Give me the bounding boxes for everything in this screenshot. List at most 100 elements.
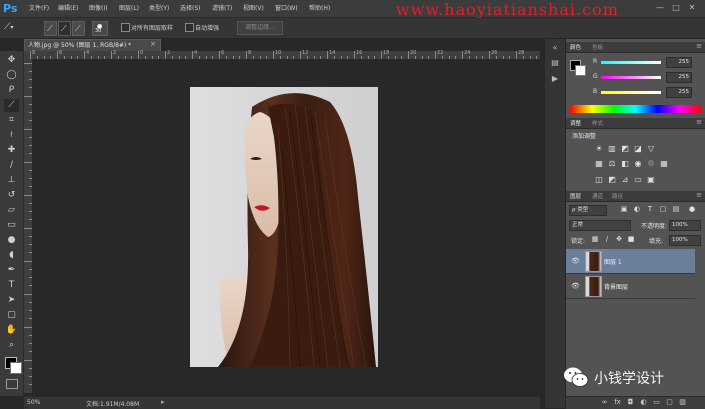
menu-type[interactable]: 类型(Y) — [149, 3, 169, 12]
menu-window[interactable]: 窗口(W) — [275, 3, 298, 12]
tab-color[interactable]: 颜色 — [570, 43, 581, 51]
filter-toggle-icon[interactable]: ● — [688, 205, 696, 214]
lock-transparent-icon[interactable]: ▦ — [591, 235, 599, 244]
document-image[interactable] — [190, 87, 378, 367]
lock-position-icon[interactable]: ✥ — [615, 235, 623, 244]
add-to-selection-button[interactable]: ⟋ — [58, 21, 71, 36]
filter-adjust-icon[interactable]: ◐ — [633, 205, 641, 214]
path-select-tool-icon[interactable]: ➤ — [4, 294, 19, 307]
blur-tool-icon[interactable]: ● — [4, 234, 19, 247]
move-tool-icon[interactable]: ✥ — [4, 54, 19, 67]
tab-close-icon[interactable]: × — [150, 39, 156, 50]
close-window-button[interactable]: ✕ — [686, 2, 698, 13]
lock-all-icon[interactable]: ■ — [627, 235, 635, 244]
brush-size-picker[interactable]: ● 30 — [92, 21, 108, 36]
menu-image[interactable]: 图像(I) — [89, 3, 107, 12]
r-value[interactable]: 255 — [666, 57, 692, 68]
new-layer-icon[interactable]: ▢ — [665, 398, 674, 407]
menu-help[interactable]: 帮助(H) — [309, 3, 330, 12]
b-slider[interactable] — [601, 91, 661, 94]
mask-icon[interactable]: ◘ — [626, 398, 635, 407]
eyedropper-tool-icon[interactable]: ⟊ — [4, 129, 19, 142]
tab-adjustments[interactable]: 调整 — [570, 119, 581, 127]
threshold-icon[interactable]: ⊿ — [620, 175, 630, 184]
menu-select[interactable]: 选择(S) — [180, 3, 201, 12]
layer-name[interactable]: 图层 1 — [604, 257, 622, 266]
menu-file[interactable]: 文件(F) — [29, 3, 49, 12]
photo-filter-icon[interactable]: ◉ — [633, 159, 643, 168]
brush-tool-icon[interactable]: ∕ — [4, 159, 19, 172]
layer-name[interactable]: 背景图层 — [604, 282, 628, 291]
g-value[interactable]: 255 — [666, 72, 692, 83]
status-arrow-icon[interactable]: ▸ — [161, 398, 165, 406]
tab-channels[interactable]: 通道 — [592, 192, 603, 200]
invert-icon[interactable]: ◫ — [594, 175, 604, 184]
panel-menu-icon[interactable]: ≡ — [696, 118, 702, 126]
type-tool-icon[interactable]: T — [4, 279, 19, 292]
stamp-tool-icon[interactable]: ⊥ — [4, 174, 19, 187]
filter-type-icon[interactable]: T — [646, 205, 654, 214]
eraser-tool-icon[interactable]: ▱ — [4, 204, 19, 217]
eye-icon[interactable]: 👁 — [571, 257, 580, 265]
sample-all-layers-checkbox[interactable] — [121, 23, 130, 32]
exposure-icon[interactable]: ◪ — [633, 144, 643, 153]
brightness-icon[interactable]: ☀ — [594, 144, 604, 153]
gradient-map-icon[interactable]: ▭ — [633, 175, 643, 184]
folder-icon[interactable]: ▭ — [652, 398, 661, 407]
black-white-icon[interactable]: ◧ — [620, 159, 630, 168]
blend-mode-select[interactable]: 正常 — [569, 220, 631, 231]
color-spectrum-bar[interactable] — [570, 105, 701, 113]
color-lookup-icon[interactable]: ▦ — [659, 159, 669, 168]
layer-row-background[interactable]: 👁 背景图层 — [566, 274, 695, 299]
color-bg-swatch[interactable] — [575, 65, 586, 76]
filter-shape-icon[interactable]: ▢ — [659, 205, 667, 214]
tool-preset-picker[interactable]: ⟋▾ — [4, 21, 34, 34]
b-value[interactable]: 255 — [666, 87, 692, 98]
crop-tool-icon[interactable]: ⌗ — [4, 114, 19, 127]
subtract-selection-button[interactable]: ⟋ — [72, 21, 85, 36]
panel-menu-icon[interactable]: ≡ — [696, 191, 702, 199]
curves-icon[interactable]: ◩ — [620, 144, 630, 153]
trash-icon[interactable]: ▥ — [678, 398, 687, 407]
fx-icon[interactable]: fx — [613, 398, 622, 407]
history-panel-icon[interactable]: ▤ — [549, 57, 561, 68]
tab-paths[interactable]: 路径 — [612, 192, 623, 200]
levels-icon[interactable]: ▥ — [607, 144, 617, 153]
panel-menu-icon[interactable]: ≡ — [696, 42, 702, 50]
color-balance-icon[interactable]: ⚖ — [607, 159, 617, 168]
refine-edge-button[interactable]: 调整边缘... — [237, 21, 283, 35]
selective-color-icon[interactable]: ▣ — [646, 175, 656, 184]
link-icon[interactable]: ∞ — [600, 398, 609, 407]
actions-panel-icon[interactable]: ▶ — [549, 73, 561, 84]
background-color-swatch[interactable] — [10, 362, 22, 374]
lasso-tool-icon[interactable]: ᑭ — [4, 84, 19, 97]
menu-filter[interactable]: 滤镜(T) — [212, 3, 232, 12]
history-brush-tool-icon[interactable]: ↺ — [4, 189, 19, 202]
zoom-level[interactable]: 50% — [27, 399, 40, 406]
eye-icon[interactable]: 👁 — [571, 282, 580, 290]
adjustment-icon[interactable]: ◐ — [639, 398, 648, 407]
auto-enhance-checkbox[interactable] — [185, 23, 194, 32]
marquee-tool-icon[interactable]: ◯ — [4, 69, 19, 82]
layer-filter-select[interactable]: ρ 类型 — [569, 205, 607, 216]
menu-edit[interactable]: 编辑(E) — [58, 3, 78, 12]
shape-tool-icon[interactable]: ▢ — [4, 309, 19, 322]
filter-pixel-icon[interactable]: ▣ — [620, 205, 628, 214]
opacity-input[interactable]: 100% — [669, 220, 701, 231]
dodge-tool-icon[interactable]: ◖ — [4, 249, 19, 262]
healing-tool-icon[interactable]: ✚ — [4, 144, 19, 157]
vibrance-icon[interactable]: ▽ — [646, 144, 656, 153]
r-slider[interactable] — [601, 61, 661, 64]
gradient-tool-icon[interactable]: ▭ — [4, 219, 19, 232]
fill-input[interactable]: 100% — [669, 235, 701, 246]
menu-layer[interactable]: 图层(L) — [119, 3, 139, 12]
filter-smart-icon[interactable]: ▤ — [672, 205, 680, 214]
menu-view[interactable]: 视图(V) — [243, 3, 264, 12]
layer-row-1[interactable]: 👁 图层 1 — [566, 249, 695, 274]
document-info[interactable]: 文档:1.91M/4.08M — [86, 399, 139, 408]
tab-swatches[interactable]: 色板 — [592, 43, 603, 51]
lock-image-icon[interactable]: ∕ — [603, 235, 611, 244]
minimize-button[interactable]: — — [654, 2, 666, 13]
maximize-button[interactable]: □ — [670, 2, 682, 13]
new-selection-button[interactable]: ⟋ — [44, 21, 57, 36]
